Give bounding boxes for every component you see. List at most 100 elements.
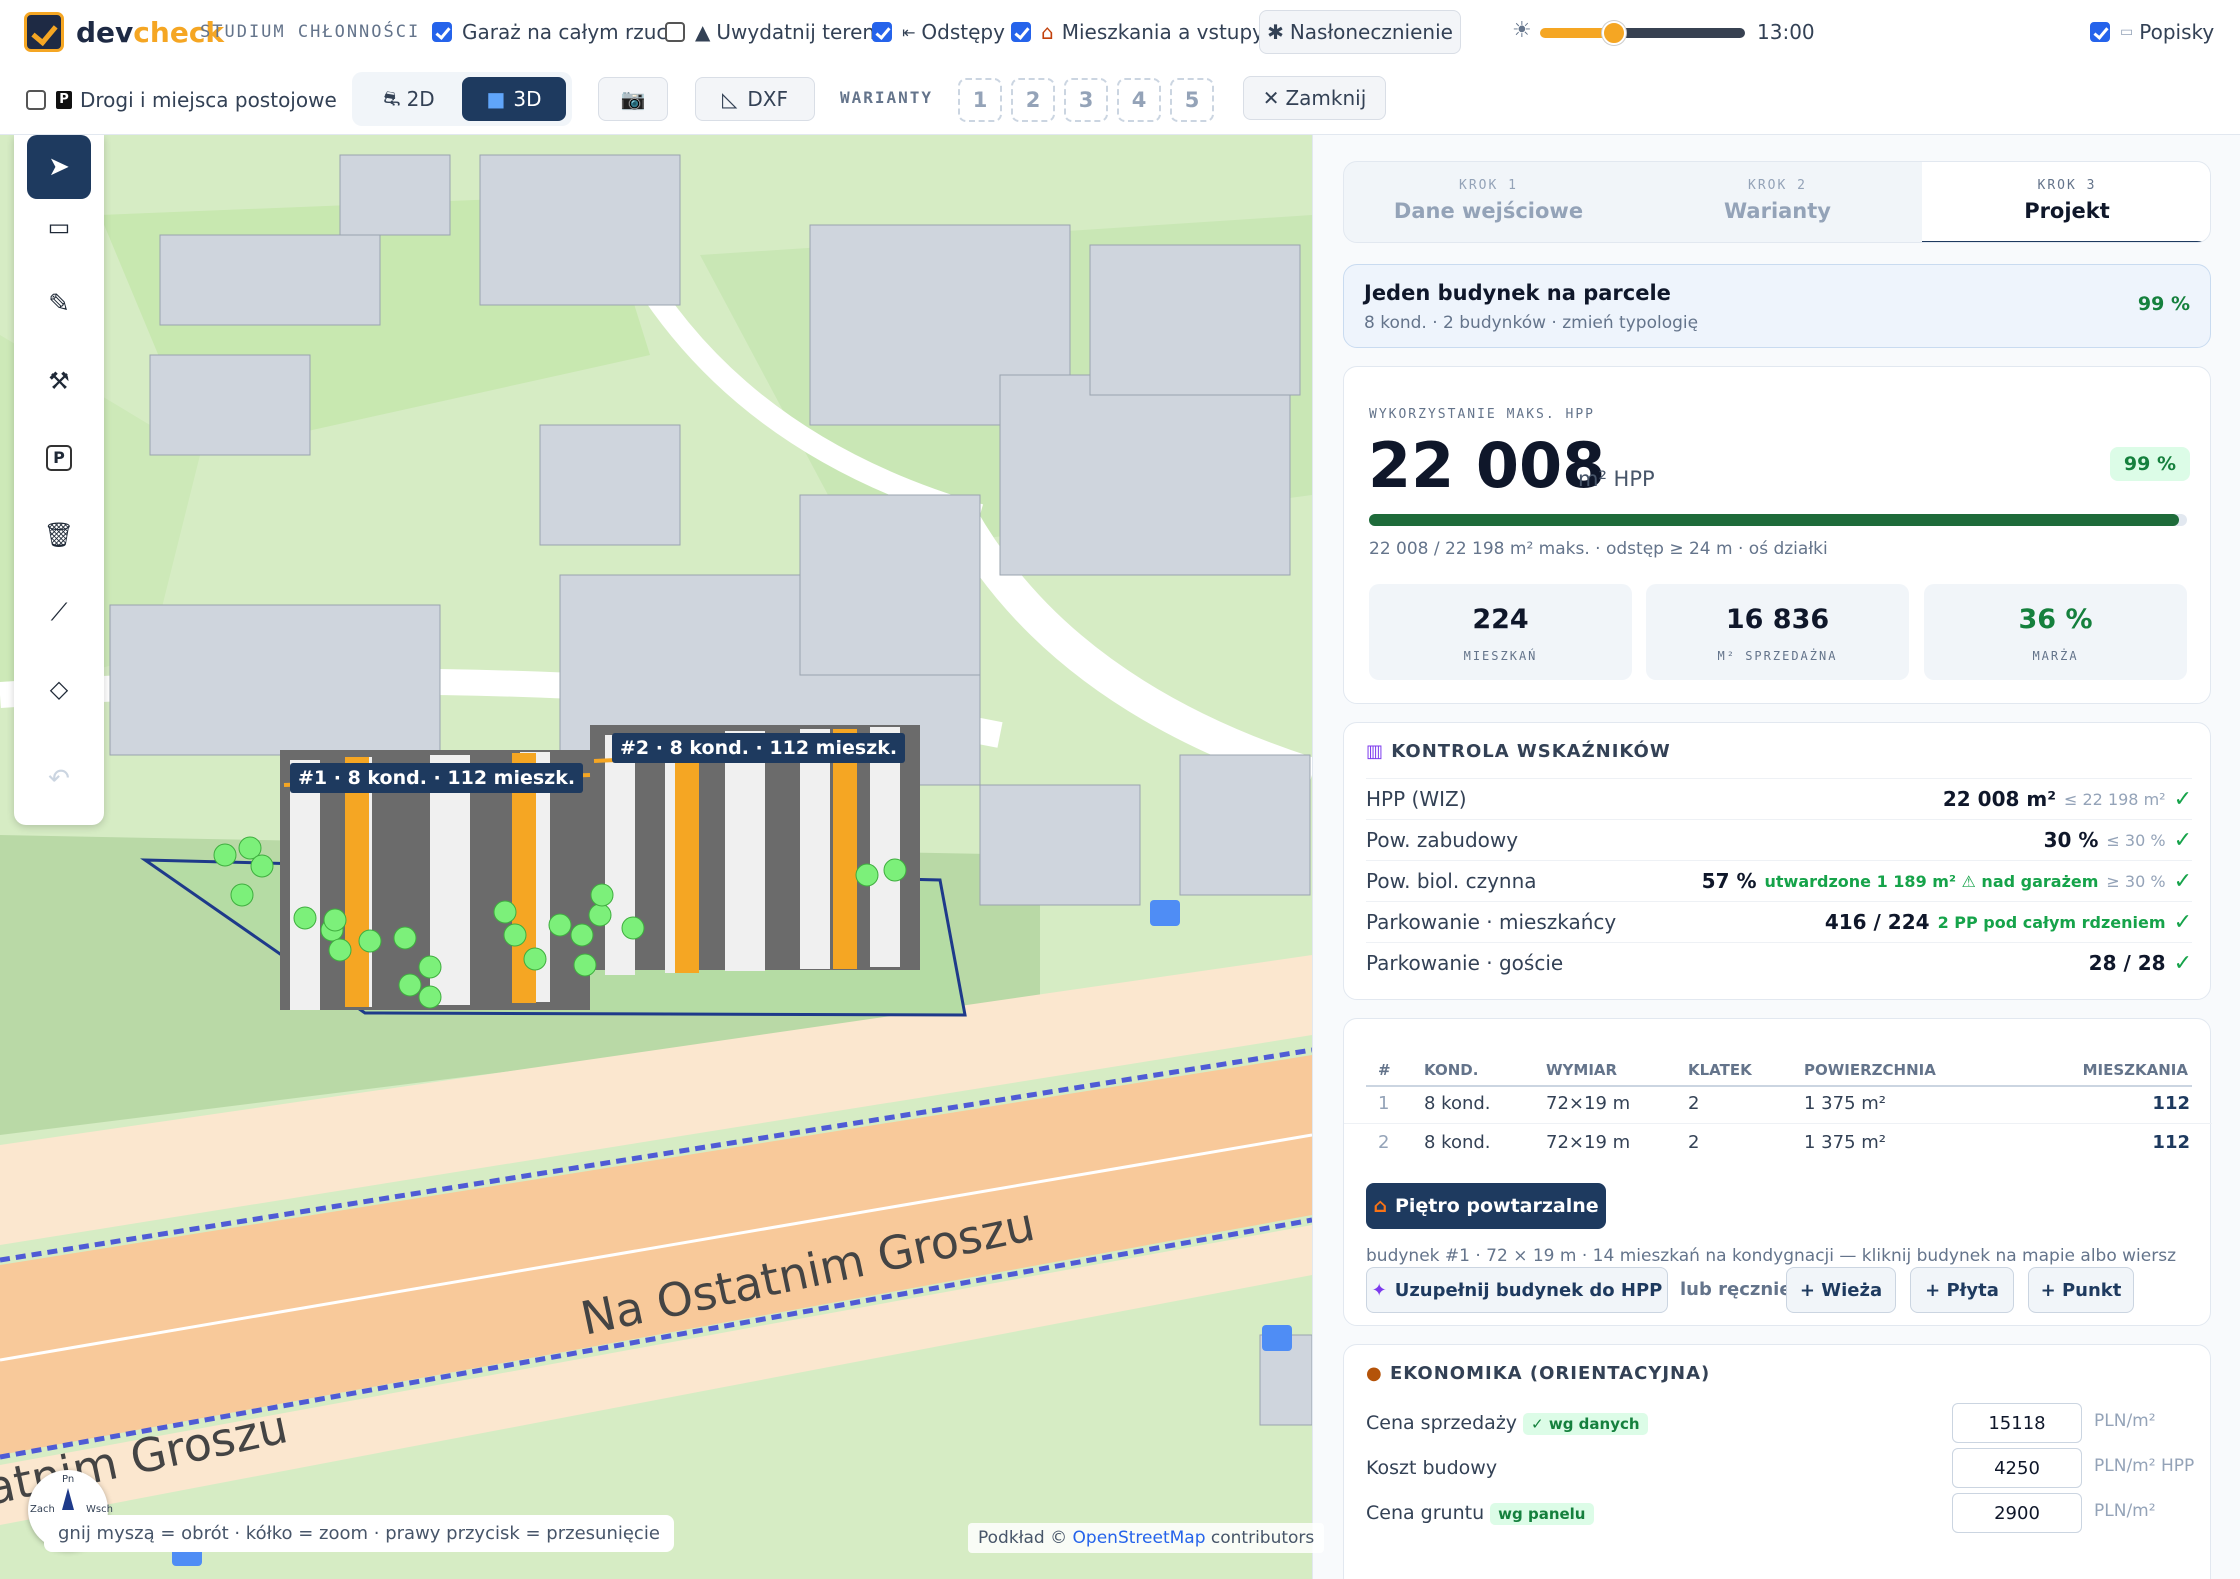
repeat-floor-button[interactable]: ⌂ Piętro powtarzalne: [1366, 1183, 1606, 1229]
cell-dimension: 72×19 m: [1546, 1132, 1631, 1153]
step-2-tab[interactable]: KROK 2 Warianty: [1633, 162, 1922, 242]
garage-toggle[interactable]: Garaż na całym rzucie: [432, 20, 685, 44]
variant-4-button[interactable]: 4: [1117, 78, 1161, 122]
checkbox-icon[interactable]: [2090, 22, 2110, 42]
undo-tool[interactable]: ↶: [27, 747, 91, 811]
control-limit: ≤ 22 198 m²: [2064, 789, 2166, 809]
checkbox-icon[interactable]: [665, 22, 685, 42]
step-1-tab[interactable]: KROK 1 Dane wejściowe: [1344, 162, 1633, 242]
checkbox-icon[interactable]: [432, 22, 452, 42]
step-3-tab[interactable]: KROK 3 Projekt: [1922, 162, 2210, 242]
building-2-label[interactable]: #2 · 8 kond. · 112 mieszk.: [612, 733, 906, 763]
flats-toggle[interactable]: ⌂ Mieszkania a vstupy: [1011, 20, 1264, 44]
sun-label: Nasłonecznienie: [1289, 20, 1453, 44]
checkbox-icon[interactable]: [26, 90, 46, 110]
view-2d-button[interactable]: ⛐ 2D: [358, 77, 460, 121]
variant-2-button[interactable]: 2: [1011, 78, 1055, 122]
mountain-icon: ▲: [695, 20, 711, 44]
checkbox-icon[interactable]: [872, 22, 892, 42]
table-row[interactable]: 2 8 kond. 72×19 m 2 1 375 m² 112: [1344, 1123, 2212, 1161]
map-canvas[interactable]: Na Ostatnim Groszu atnim Groszu: [0, 135, 1312, 1579]
add-point-button[interactable]: + Punkt: [2028, 1267, 2134, 1313]
building-1-label[interactable]: #1 · 8 kond. · 112 mieszk.: [290, 763, 584, 793]
check-icon: ✓: [2173, 827, 2192, 853]
close-button[interactable]: ✕ Zamknij: [1243, 76, 1386, 120]
view-3d-button[interactable]: ■ 3D: [462, 77, 566, 121]
control-row: Pow. biol. czynna 57 % utwardzone 1 189 m²…: [1366, 860, 2192, 901]
econ-unit: PLN/m² HPP: [2094, 1456, 2195, 1476]
labels-toggle[interactable]: ▭ Popisky: [2090, 20, 2214, 44]
map-3d-view[interactable]: Na Ostatnim Groszu atnim Groszu #1 · 8 k…: [0, 135, 1312, 1579]
land-price-input[interactable]: 2900: [1952, 1493, 2082, 1533]
table-row[interactable]: 1 8 kond. 72×19 m 2 1 375 m² 112: [1344, 1085, 2212, 1123]
typology-card[interactable]: Jeden budynek na parcele 8 kond. · 2 bud…: [1343, 264, 2211, 348]
trash-icon: 🗑: [43, 521, 75, 549]
control-name: HPP (WIZ): [1366, 787, 1467, 811]
brightness-icon: ☀: [1512, 18, 1532, 43]
cell-area: 1 375 m²: [1804, 1093, 1887, 1114]
step-3-kicker: KROK 3: [2037, 178, 2097, 193]
garage-label: Garaż na całym rzucie: [462, 20, 686, 44]
kpi-value: 224: [1472, 604, 1529, 635]
spacing-icon: ⇤: [902, 22, 916, 42]
control-value: 22 008 m²: [1942, 787, 2056, 811]
control-title-text: KONTROLA WSKAŹNIKÓW: [1391, 741, 1671, 762]
cell-stairwells: 2: [1688, 1093, 1700, 1114]
window-tool[interactable]: ▭: [27, 195, 91, 259]
hpp-progress-track: [1369, 514, 2187, 526]
time-slider[interactable]: [1540, 21, 1745, 45]
map-attribution: Podkład © OpenStreetMap contributors: [968, 1523, 1325, 1553]
control-limit: ≥ 30 %: [2106, 871, 2166, 891]
pencil-icon: ✎: [48, 289, 70, 319]
step-3-title: Projekt: [2024, 199, 2110, 223]
slider-handle[interactable]: [1602, 21, 1626, 45]
measure-line-tool[interactable]: ⟋: [27, 580, 91, 644]
select-tool[interactable]: ➤: [27, 135, 91, 199]
delete-tool[interactable]: 🗑: [27, 503, 91, 567]
fill-hpp-button[interactable]: ✦ Uzupełnij budynek do HPP: [1366, 1267, 1668, 1313]
hammer-tool[interactable]: ⚒: [27, 349, 91, 413]
add-slab-button[interactable]: + Płyta: [1910, 1267, 2014, 1313]
kpi-margin: 36 % MARŻA: [1924, 584, 2187, 680]
ruler-tool[interactable]: ◇: [27, 657, 91, 721]
variant-5-button[interactable]: 5: [1170, 78, 1214, 122]
hpp-progress-fill: [1369, 514, 2179, 526]
check-icon: ✓: [2173, 868, 2192, 894]
dxf-button[interactable]: ◺ DXF: [695, 77, 815, 121]
terrain-toggle[interactable]: ▲ Uwydatnij teren: [665, 20, 875, 44]
variant-1-button[interactable]: 1: [958, 78, 1002, 122]
economics-row: Cena sprzedaży ✓ wg danych: [1366, 1412, 1648, 1435]
econ-name: Cena sprzedaży: [1366, 1412, 1518, 1434]
camera-icon: 📷: [620, 87, 646, 111]
add-tower-button[interactable]: + Wieża: [1786, 1267, 1896, 1313]
control-row: Parkowanie · goście 28 / 28 ✓: [1366, 942, 2192, 983]
camera-button[interactable]: 📷: [598, 77, 668, 121]
kpi-apartments: 224 MIESZKAŃ: [1369, 584, 1632, 680]
control-value: 30 %: [2043, 828, 2099, 852]
draw-tool[interactable]: ✎: [27, 272, 91, 336]
sun-button[interactable]: ✱ Nasłonecznienie: [1259, 10, 1461, 54]
spacing-label: Odstępy: [921, 20, 1005, 44]
kpi-value: 36 %: [2018, 604, 2093, 635]
kpi-value: 16 836: [1725, 604, 1830, 635]
compass-west: Zach: [30, 1504, 55, 1515]
typology-pct: 99 %: [2137, 293, 2190, 315]
cursor-icon: ➤: [48, 152, 70, 182]
magic-icon: ✦: [1371, 1279, 1387, 1301]
sale-price-input[interactable]: 15118: [1952, 1403, 2082, 1443]
parking-tool[interactable]: P: [27, 426, 91, 490]
hpp-label: WYKORZYSTANIE MAKS. HPP: [1369, 407, 1596, 422]
control-value: 416 / 224: [1824, 910, 1930, 934]
checkbox-icon[interactable]: [1011, 22, 1031, 42]
parking-icon: P: [46, 445, 72, 471]
variant-3-button[interactable]: 3: [1064, 78, 1108, 122]
spacing-toggle[interactable]: ⇤ Odstępy: [872, 20, 1005, 44]
build-cost-input[interactable]: 4250: [1952, 1448, 2082, 1488]
osm-link[interactable]: OpenStreetMap: [1073, 1528, 1206, 1548]
step-1-title: Dane wejściowe: [1393, 199, 1584, 223]
variants-label: WARIANTY: [840, 88, 934, 107]
compass-east: Wsch: [86, 1504, 113, 1515]
sun-icon: ✱: [1267, 20, 1284, 44]
roads-toggle[interactable]: P Drogi i miejsca postojowe: [26, 88, 337, 112]
economics-row: Cena gruntu wg panelu: [1366, 1502, 1594, 1525]
